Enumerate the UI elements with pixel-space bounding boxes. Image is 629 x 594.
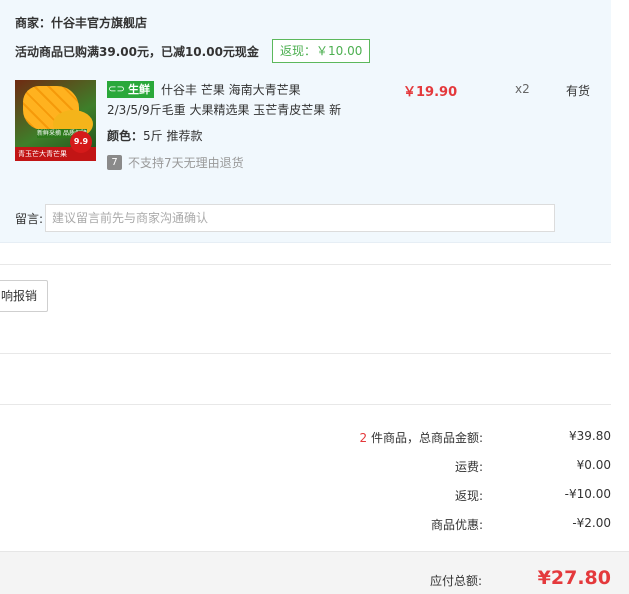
unit-price: ￥19.90 <box>403 85 458 100</box>
spec-label: 颜色： <box>107 129 144 143</box>
seven-day-icon: 7 <box>107 155 122 170</box>
divider <box>0 404 611 405</box>
rebate-tag: 返现：￥10.00 <box>272 39 371 63</box>
total-label: 应付总额: <box>429 574 482 588</box>
message-label: 留言: <box>15 212 44 226</box>
message-input[interactable] <box>45 204 555 232</box>
discount-value: -¥2.00 <box>572 516 611 530</box>
shop-name-link[interactable]: 什谷丰官方旗舰店 <box>51 16 147 30</box>
discount-row: 商品优惠: -¥2.00 <box>0 516 611 532</box>
rebate-value: -¥10.00 <box>564 487 611 501</box>
invoice-button[interactable]: 响报销 <box>0 280 49 312</box>
shipping-value: ¥0.00 <box>576 458 611 472</box>
total-value: ¥27.80 <box>537 567 611 589</box>
product-spec: 颜色：5斤 推荐款 <box>107 127 202 144</box>
goods-total-value: ¥39.80 <box>569 429 611 443</box>
spec-value: 5斤 推荐款 <box>143 129 203 143</box>
rebate-label: 返现: <box>454 489 483 503</box>
shipping-row: 运费: ¥0.00 <box>0 458 611 474</box>
rebate-row: 返现: -¥10.00 <box>0 487 611 503</box>
goods-total-label: 2 件商品，总商品金额: <box>360 429 484 446</box>
thumb-price-circle: 9.9 <box>70 131 92 153</box>
shop-name: 商家：什谷丰官方旗舰店 <box>15 14 147 31</box>
fresh-tag-label: 生鲜 <box>125 82 153 97</box>
divider <box>0 264 611 265</box>
total-bar: 应付总额: ¥27.80 <box>0 551 629 594</box>
product-thumbnail[interactable]: 新鲜采摘 品质保障 青玉芒大青芒果 9.9 <box>15 80 96 161</box>
divider <box>0 353 611 354</box>
item-count: 2 <box>359 431 368 445</box>
stock-status: 有货 <box>566 84 591 98</box>
shipping-label: 运费: <box>454 460 483 474</box>
discount-label: 商品优惠: <box>430 518 483 532</box>
no-return-text: 不支持7天无理由退货 <box>128 156 244 170</box>
goods-total-row: 2 件商品，总商品金额: ¥39.80 <box>0 429 612 446</box>
promotion-text: 活动商品已购满39.00元，已减10.00元现金 <box>15 45 259 59</box>
fresh-tag: ⊂⊃ 生鲜 <box>107 81 154 98</box>
quantity: x2 <box>515 82 530 96</box>
shop-label: 商家： <box>15 16 52 30</box>
fish-icon: ⊂⊃ <box>108 82 125 97</box>
item-count-suffix: 件商品，总商品金额: <box>367 431 483 445</box>
no-return-notice: 7 不支持7天无理由退货 <box>107 154 244 171</box>
shop-order-panel: 商家：什谷丰官方旗舰店 活动商品已购满39.00元，已减10.00元现金 返现：… <box>0 0 611 243</box>
